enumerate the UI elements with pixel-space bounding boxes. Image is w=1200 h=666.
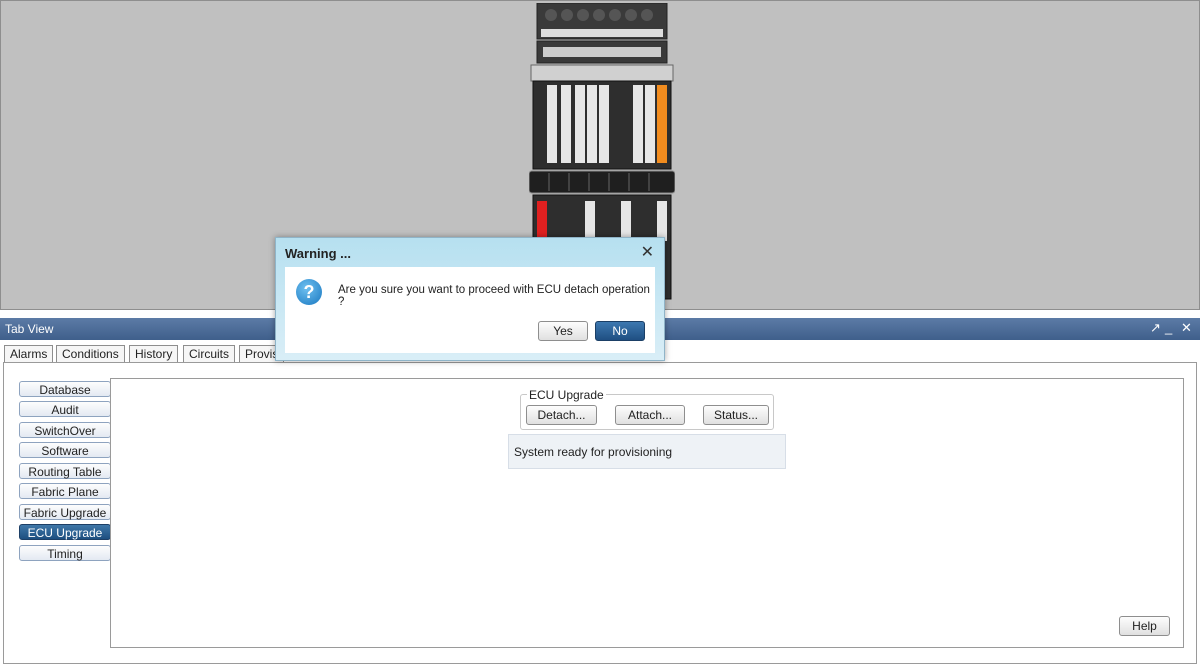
yes-button[interactable]: Yes [538, 321, 588, 341]
sidebar-item-software[interactable]: Software [19, 442, 111, 458]
minimize-icon[interactable]: _ [1165, 320, 1172, 335]
help-button[interactable]: Help [1119, 616, 1170, 636]
sidebar-item-fabric-plane[interactable]: Fabric Plane [19, 483, 111, 499]
sidebar-item-routing-table[interactable]: Routing Table [19, 463, 111, 479]
tab-conditions[interactable]: Conditions [56, 345, 125, 362]
dialog-title: Warning ... [285, 246, 351, 261]
sidebar-item-fabric-upgrade[interactable]: Fabric Upgrade [19, 504, 111, 520]
dialog-message: Are you sure you want to proceed with EC… [338, 284, 650, 308]
no-button[interactable]: No [595, 321, 645, 341]
warning-dialog: Warning ... ✕ ? Are you sure you want to… [275, 237, 665, 361]
attach-button[interactable]: Attach... [615, 405, 685, 425]
undock-icon[interactable]: ↗ [1150, 320, 1161, 336]
ecu-upgrade-group-title: ECU Upgrade [527, 388, 606, 402]
tab-circuits[interactable]: Circuits [183, 345, 236, 362]
status-message: System ready for provisioning [508, 434, 786, 469]
dialog-body: ? Are you sure you want to proceed with … [285, 267, 655, 353]
close-icon[interactable]: ✕ [1181, 320, 1192, 336]
dialog-close-icon[interactable]: ✕ [641, 242, 654, 262]
tab-alarms[interactable]: Alarms [4, 345, 54, 362]
detach-button[interactable]: Detach... [526, 405, 597, 425]
sidebar-item-audit[interactable]: Audit [19, 401, 111, 417]
sidebar-item-database[interactable]: Database [19, 381, 111, 397]
sidebar-item-timing[interactable]: Timing [19, 545, 111, 561]
sidebar-item-switchover[interactable]: SwitchOver [19, 422, 111, 438]
tab-history[interactable]: History [129, 345, 179, 362]
tabview-title: Tab View [5, 322, 54, 336]
question-icon: ? [296, 279, 322, 305]
sidebar-item-ecu-upgrade[interactable]: ECU Upgrade [19, 524, 111, 540]
status-button[interactable]: Status... [703, 405, 769, 425]
